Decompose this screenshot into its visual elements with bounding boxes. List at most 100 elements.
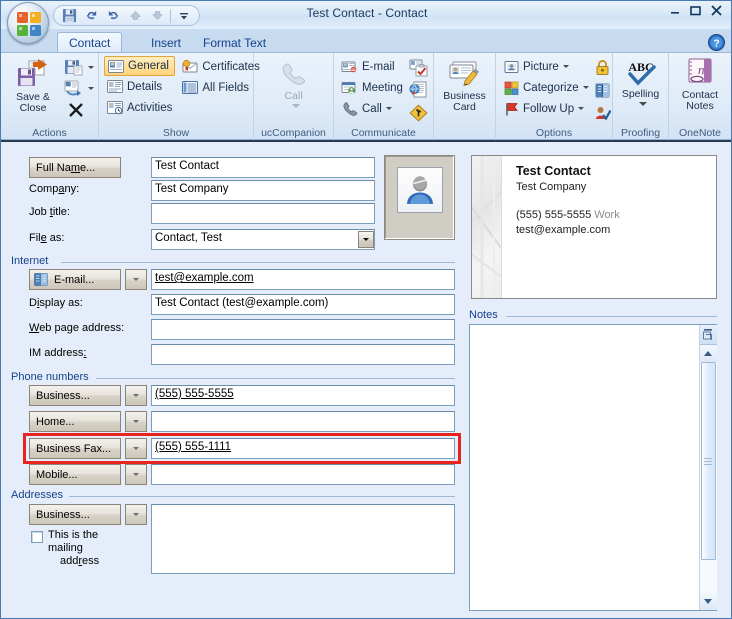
- tab-insert[interactable]: Insert: [139, 32, 193, 53]
- email-input[interactable]: test@example.com: [151, 269, 455, 290]
- business-card-button[interactable]: Business Card: [436, 57, 494, 113]
- qat-customize-button[interactable]: [173, 6, 195, 25]
- uccompanion-call-button[interactable]: Call: [265, 59, 323, 108]
- meeting-button[interactable]: Meeting: [338, 77, 406, 98]
- show-certificates-button[interactable]: Certificates: [179, 56, 263, 77]
- check-names-button[interactable]: [594, 82, 611, 102]
- address-type-button[interactable]: Business...: [29, 504, 121, 525]
- chevron-down-icon: [133, 513, 139, 516]
- show-all-fields-button[interactable]: All Fields: [179, 77, 263, 98]
- qat-next-item-button[interactable]: [146, 6, 168, 25]
- address-type-button-label: Business...: [36, 508, 90, 521]
- follow-up-label: Follow Up: [523, 102, 575, 115]
- file-as-input[interactable]: Contact, Test: [151, 229, 375, 250]
- business-card-preview[interactable]: Test Contact Test Company (555) 555-5555…: [471, 155, 717, 299]
- mailing-address-checkbox[interactable]: [31, 531, 43, 543]
- phone-business-dropdown-button[interactable]: [125, 385, 147, 406]
- notes-scroll-down-button[interactable]: [699, 593, 717, 610]
- business-card-phone: (555) 555-5555 Work: [516, 209, 620, 221]
- job-title-input[interactable]: [151, 203, 375, 224]
- ribbon-group-communicate-label: Communicate: [351, 127, 416, 139]
- phone-business-fax-dropdown-button[interactable]: [125, 438, 147, 459]
- spelling-button[interactable]: ABC Spelling: [614, 57, 668, 106]
- show-details-label: Details: [127, 80, 163, 93]
- chevron-down-icon: [133, 420, 139, 423]
- close-button[interactable]: [707, 5, 726, 22]
- ribbon-group-uccompanion-label: ucCompanion: [261, 127, 326, 139]
- display-as-label: Display as:: [29, 297, 83, 309]
- phone-mobile-button[interactable]: Mobile...: [29, 464, 121, 485]
- internet-section-title: Internet: [11, 255, 49, 267]
- maximize-button[interactable]: [686, 5, 705, 22]
- scroll-thumb-grip-icon: [704, 456, 712, 467]
- save-and-close-button[interactable]: Save & Close: [5, 56, 61, 114]
- assign-task-button[interactable]: [409, 59, 428, 80]
- show-general-button[interactable]: General: [104, 56, 176, 76]
- follow-up-button[interactable]: Follow Up: [501, 98, 592, 119]
- picture-button[interactable]: Picture: [501, 56, 592, 77]
- send-button[interactable]: [61, 78, 97, 99]
- notes-scroll-thumb[interactable]: [700, 362, 716, 560]
- web-page-button[interactable]: [409, 81, 428, 102]
- tab-format-text[interactable]: Format Text: [191, 32, 278, 53]
- notes-scrollbar[interactable]: [699, 325, 717, 610]
- company-input[interactable]: Test Company: [151, 180, 375, 201]
- full-name-input[interactable]: Test Contact: [151, 157, 375, 178]
- qat-previous-item-button[interactable]: [124, 6, 146, 25]
- phone-business-fax-input[interactable]: (555) 555-1111: [151, 438, 455, 459]
- display-as-input[interactable]: Test Contact (test@example.com): [151, 294, 455, 315]
- categorize-icon: [504, 81, 519, 95]
- address-textarea[interactable]: [151, 504, 455, 574]
- phone-home-button[interactable]: Home...: [29, 411, 121, 432]
- email-dropdown-button[interactable]: [125, 269, 147, 290]
- tab-contact[interactable]: Contact: [57, 32, 123, 53]
- activities-icon: [107, 101, 123, 115]
- email-field-button[interactable]: E-mail...: [29, 269, 121, 290]
- help-button[interactable]: ?: [707, 33, 726, 52]
- notes-scroll-up-button[interactable]: [699, 345, 717, 362]
- full-name-button[interactable]: Full Name...: [29, 157, 121, 178]
- notes-textarea[interactable]: [470, 325, 699, 610]
- contact-photo[interactable]: [384, 155, 455, 240]
- contact-notes-button[interactable]: n Contact Notes: [671, 56, 729, 112]
- address-type-dropdown-button[interactable]: [125, 504, 147, 525]
- ribbon-group-onenote-label: OneNote: [678, 127, 722, 139]
- permission-button[interactable]: [594, 105, 612, 125]
- phone-mobile-input[interactable]: [151, 464, 455, 485]
- communicate-call-button[interactable]: Call: [338, 98, 406, 119]
- business-card-company: Test Company: [516, 181, 587, 193]
- notes-area[interactable]: [469, 324, 717, 611]
- categorize-button[interactable]: Categorize: [501, 77, 592, 98]
- web-page-address-input[interactable]: [151, 319, 455, 340]
- ribbon-group-show: General Details Activities Certificates …: [99, 53, 260, 140]
- save-and-new-button[interactable]: [61, 57, 97, 78]
- web-page-address-label: Web page address:: [29, 322, 125, 334]
- qat-redo-button[interactable]: [102, 6, 124, 25]
- map-it-button[interactable]: [409, 104, 428, 125]
- chevron-down-icon: [133, 473, 139, 476]
- phone-mobile-dropdown-button[interactable]: [125, 464, 147, 485]
- email-button[interactable]: E-mail: [338, 56, 406, 77]
- qat-undo-button[interactable]: [80, 6, 102, 25]
- notes-split-button[interactable]: [699, 325, 717, 345]
- notes-scroll-track[interactable]: [699, 362, 717, 593]
- phone-home-input[interactable]: [151, 411, 455, 432]
- im-address-input[interactable]: [151, 344, 455, 365]
- phone-home-dropdown-button[interactable]: [125, 411, 147, 432]
- ribbon-group-show-label: Show: [162, 127, 190, 139]
- delete-x-icon: [69, 102, 83, 117]
- file-as-dropdown-button[interactable]: [358, 231, 374, 248]
- phone-business-button[interactable]: Business...: [29, 385, 121, 406]
- show-details-button[interactable]: Details: [104, 76, 175, 97]
- show-activities-button[interactable]: Activities: [104, 97, 175, 118]
- delete-button[interactable]: [61, 99, 91, 120]
- save-and-new-icon: [65, 60, 83, 76]
- company-label: Company:: [29, 183, 80, 195]
- ribbon-group-uccompanion: Call ucCompanion: [254, 53, 334, 140]
- categorize-caret-icon: [582, 86, 589, 89]
- qat-save-button[interactable]: [58, 6, 80, 25]
- minimize-button[interactable]: [666, 5, 685, 22]
- private-button[interactable]: [594, 59, 611, 79]
- phone-business-input[interactable]: (555) 555-5555: [151, 385, 455, 406]
- phone-business-fax-button[interactable]: Business Fax...: [29, 438, 121, 459]
